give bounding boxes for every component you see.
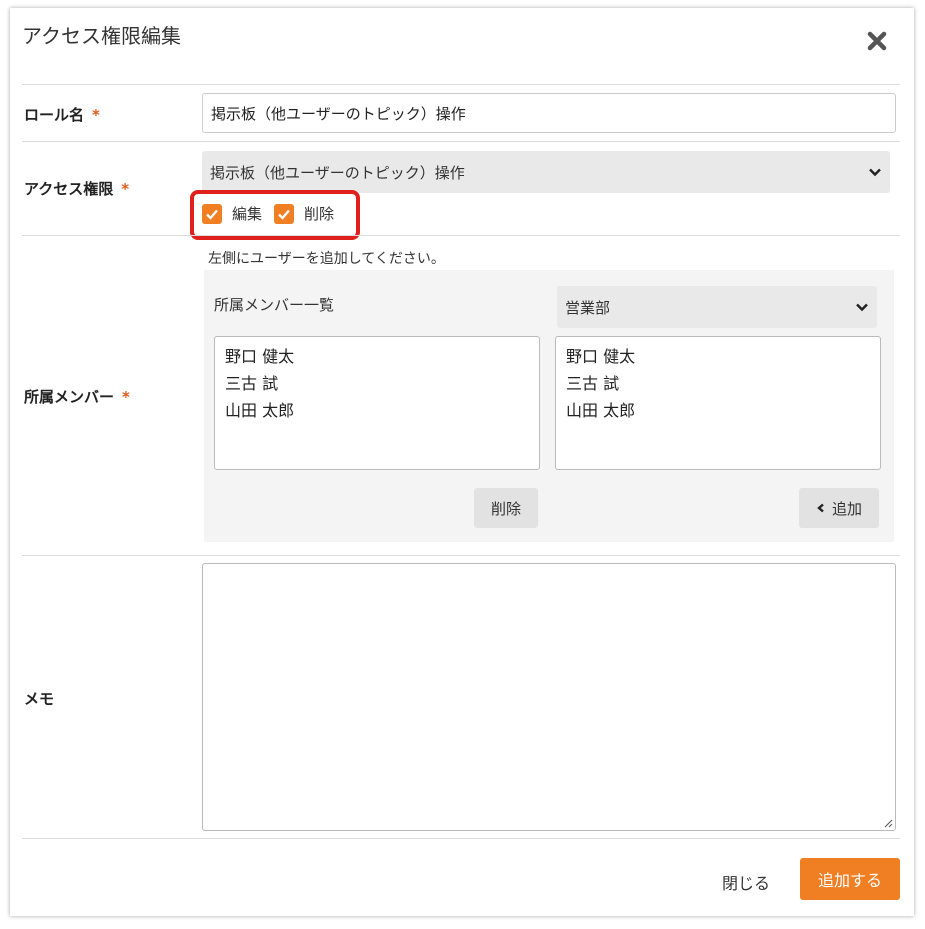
- list-item[interactable]: 野口 健太: [566, 343, 870, 370]
- access-permission-select[interactable]: 掲示板（他ユーザーのトピック）操作: [202, 151, 890, 193]
- resize-handle-icon[interactable]: [883, 818, 893, 828]
- divider: [22, 84, 900, 85]
- list-item[interactable]: 三古 試: [566, 370, 870, 397]
- chevron-left-icon: [817, 503, 824, 513]
- members-label: 所属メンバー *: [24, 386, 130, 407]
- close-button[interactable]: 閉じる: [722, 870, 770, 894]
- edit-checkbox[interactable]: [202, 203, 222, 224]
- list-item[interactable]: 三古 試: [225, 370, 529, 397]
- list-item[interactable]: 山田 太郎: [225, 397, 529, 424]
- access-permission-label: アクセス権限 *: [24, 178, 129, 199]
- submit-add-button[interactable]: 追加する: [800, 858, 900, 900]
- member-list-title: 所属メンバー一覧: [214, 296, 335, 314]
- assigned-members-list[interactable]: 野口 健太 三古 試 山田 太郎: [214, 336, 540, 470]
- check-icon: [206, 209, 218, 220]
- department-selected: 営業部: [565, 298, 611, 317]
- list-item[interactable]: 野口 健太: [225, 343, 529, 370]
- chevron-down-icon: [869, 168, 881, 177]
- department-select[interactable]: 営業部: [557, 286, 877, 328]
- members-hint: 左側にユーザーを追加してください。: [208, 251, 445, 267]
- role-name-input[interactable]: [202, 93, 896, 133]
- list-item[interactable]: 山田 太郎: [566, 397, 870, 424]
- required-mark: *: [121, 180, 130, 198]
- divider: [22, 235, 900, 236]
- divider: [22, 838, 900, 839]
- remove-member-button[interactable]: 削除: [474, 488, 538, 528]
- access-permission-selected: 掲示板（他ユーザーのトピック）操作: [210, 163, 465, 182]
- required-mark: *: [122, 388, 130, 406]
- divider: [22, 555, 900, 556]
- divider: [22, 141, 900, 142]
- members-label-text: 所属メンバー: [24, 388, 115, 406]
- memo-label: メモ: [24, 690, 55, 708]
- memo-textarea[interactable]: [202, 563, 896, 831]
- role-name-label: ロール名 *: [24, 104, 100, 125]
- chevron-down-icon: [856, 303, 868, 312]
- edit-checkbox-label: 編集: [232, 205, 263, 223]
- department-members-list[interactable]: 野口 健太 三古 試 山田 太郎: [555, 336, 881, 470]
- dialog-title: アクセス権限編集: [22, 24, 181, 48]
- check-icon: [278, 209, 290, 220]
- access-permission-label-text: アクセス権限: [24, 180, 114, 198]
- member-panel: 所属メンバー一覧 営業部 野口 健太 三古 試 山田 太郎 野口 健太 三古 試…: [204, 270, 894, 542]
- add-member-button[interactable]: 追加: [799, 488, 879, 528]
- role-name-label-text: ロール名: [24, 106, 85, 124]
- delete-checkbox-label: 削除: [304, 205, 335, 223]
- required-mark: *: [92, 106, 100, 124]
- permission-checkboxes: 編集 削除: [202, 203, 346, 224]
- delete-checkbox[interactable]: [274, 203, 295, 224]
- access-edit-dialog: アクセス権限編集 ロール名 * アクセス権限 * 掲示板（他ユーザーのトピック）操作…: [10, 8, 914, 916]
- close-icon[interactable]: [866, 30, 888, 52]
- add-member-button-label: 追加: [831, 499, 862, 518]
